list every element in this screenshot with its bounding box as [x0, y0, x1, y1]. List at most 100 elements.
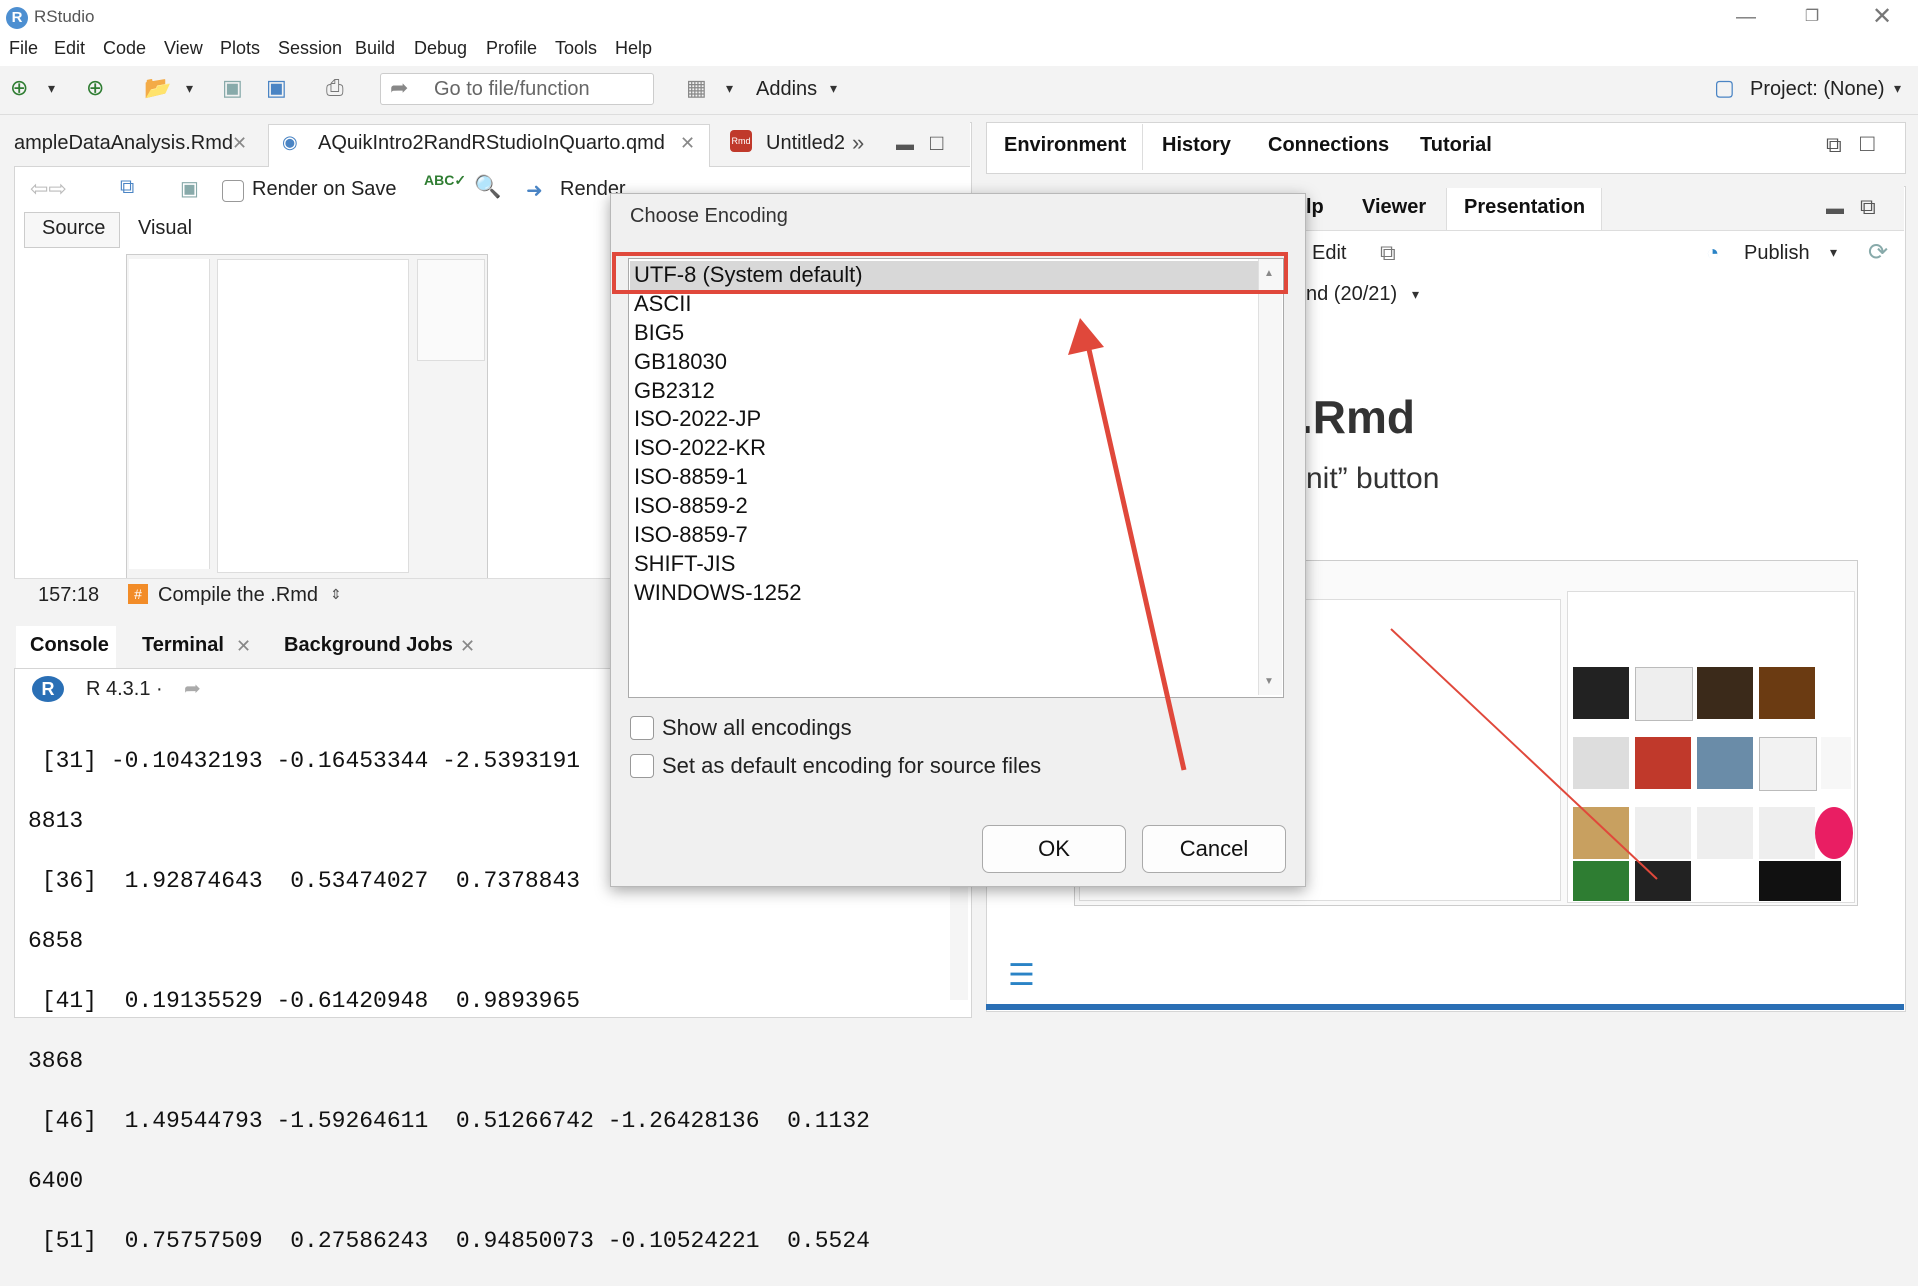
close-icon[interactable]: ✕	[460, 636, 475, 657]
encoding-option[interactable]: ISO-8859-7	[634, 522, 748, 548]
visual-mode-tab[interactable]: Visual	[138, 217, 192, 240]
save-icon[interactable]: ▣	[222, 74, 243, 102]
tab-history[interactable]: History	[1162, 134, 1231, 157]
restore-icon[interactable]: ❐	[1792, 2, 1832, 32]
share-arrow-icon[interactable]: ➦	[184, 676, 201, 701]
chevron-down-icon[interactable]: ▾	[726, 74, 733, 102]
chevron-down-icon[interactable]: ▾	[48, 74, 55, 102]
hamburger-menu-icon[interactable]: ☰	[1008, 958, 1035, 993]
ok-button[interactable]: OK	[982, 825, 1126, 873]
tab-viewer[interactable]: Viewer	[1362, 196, 1426, 219]
search-icon[interactable]: 🔍	[474, 174, 501, 200]
close-icon[interactable]: ✕	[680, 133, 695, 154]
chevron-down-icon[interactable]: ▾	[1412, 286, 1419, 303]
render-on-save-checkbox[interactable]	[222, 180, 244, 202]
restore-pane-icon[interactable]: ⧉	[1860, 194, 1876, 220]
maximize-pane-icon[interactable]: □	[1860, 130, 1875, 158]
slide-subtext: nit” button	[1306, 462, 1440, 495]
chevron-down-icon: ▾	[1894, 80, 1902, 96]
menu-session[interactable]: Session	[278, 38, 342, 59]
chevron-down-icon: ▾	[830, 80, 838, 96]
menu-file[interactable]: File	[9, 38, 38, 59]
spellcheck-icon[interactable]: ABC✓	[424, 172, 466, 189]
slide-heading: .Rmd	[1300, 391, 1415, 443]
tab-untitled2[interactable]: Untitled2	[766, 132, 845, 155]
updown-icon[interactable]: ⇕	[330, 586, 342, 603]
encoding-list-scrollbar[interactable]	[1258, 259, 1282, 695]
show-in-window-icon[interactable]: ⧉	[120, 176, 134, 199]
new-project-icon[interactable]: ⊕	[86, 74, 104, 102]
chevron-down-icon[interactable]: ▾	[1830, 244, 1837, 261]
maximize-pane-icon[interactable]: □	[930, 130, 943, 156]
menu-debug[interactable]: Debug	[414, 38, 467, 59]
chunk-name[interactable]: Compile the .Rmd	[158, 584, 318, 607]
slide-navigator[interactable]: nd (20/21)	[1306, 283, 1397, 306]
menu-profile[interactable]: Profile	[486, 38, 537, 59]
menu-tools[interactable]: Tools	[555, 38, 597, 59]
tab-console[interactable]: Console	[30, 634, 109, 657]
menu-help[interactable]: Help	[615, 38, 652, 59]
encoding-option[interactable]: ISO-2022-KR	[634, 435, 766, 461]
set-default-encoding-checkbox[interactable]	[630, 754, 654, 778]
menu-edit[interactable]: Edit	[54, 38, 85, 59]
menu-build[interactable]: Build	[355, 38, 395, 59]
encoding-option[interactable]: ISO-8859-2	[634, 493, 748, 519]
show-in-window-icon[interactable]: ⧉	[1380, 240, 1396, 266]
scroll-down-icon[interactable]: ▼	[1264, 676, 1274, 687]
more-tabs-icon[interactable]: »	[852, 130, 864, 156]
tab-presentation[interactable]: Presentation	[1464, 196, 1585, 219]
tab-background-jobs[interactable]: Background Jobs	[284, 634, 453, 657]
show-all-encodings-checkbox[interactable]	[630, 716, 654, 740]
publish-button[interactable]: Publish	[1744, 242, 1810, 265]
cursor-position: 157:18	[38, 584, 100, 606]
minimize-pane-icon[interactable]: ▬	[896, 134, 914, 155]
encoding-option[interactable]: SHIFT-JIS	[634, 551, 735, 577]
source-mode-tab[interactable]: Source	[42, 217, 105, 240]
tab-tutorial[interactable]: Tutorial	[1420, 134, 1492, 157]
screenshot-env-pane	[417, 259, 485, 361]
minimize-icon[interactable]: —	[1726, 2, 1766, 32]
encoding-option[interactable]: ISO-2022-JP	[634, 406, 761, 432]
close-icon[interactable]: ✕	[232, 133, 247, 154]
encoding-option[interactable]: WINDOWS-1252	[634, 580, 801, 606]
save-all-icon[interactable]: ▣	[266, 74, 287, 102]
goto-placeholder: Go to file/function	[434, 78, 590, 100]
encoding-option[interactable]: GB2312	[634, 378, 715, 404]
back-icon[interactable]: ⇦⇨	[30, 176, 67, 202]
r-logo-icon: R	[32, 676, 64, 702]
tab-environment[interactable]: Environment	[1004, 134, 1126, 157]
minimize-pane-icon[interactable]: ▬	[1826, 198, 1844, 219]
rmd-file-icon: Rmd	[730, 130, 752, 152]
restore-pane-icon[interactable]: ⧉	[1826, 132, 1842, 158]
encoding-option[interactable]: GB18030	[634, 349, 727, 375]
new-file-icon[interactable]: ⊕	[10, 74, 28, 102]
save-icon[interactable]: ▣	[180, 176, 199, 201]
tab-terminal[interactable]: Terminal	[142, 634, 224, 657]
menu-view[interactable]: View	[164, 38, 203, 59]
addins-menu[interactable]: Addins	[756, 78, 817, 101]
dialog-title: Choose Encoding	[630, 205, 788, 227]
tab-aquikintro-qmd[interactable]: AQuikIntro2RandRStudioInQuarto.qmd	[318, 132, 665, 155]
tab-sample-rmd[interactable]: ampleDataAnalysis.Rmd	[14, 132, 233, 155]
print-icon[interactable]: ⎙	[326, 74, 344, 102]
tab-connections[interactable]: Connections	[1268, 134, 1389, 157]
edit-button[interactable]: Edit	[1312, 242, 1346, 265]
menu-code[interactable]: Code	[103, 38, 146, 59]
close-icon[interactable]: ✕	[236, 636, 251, 657]
chevron-down-icon[interactable]: ▾	[186, 74, 193, 102]
quarto-file-icon: ◉	[282, 132, 298, 152]
cancel-button[interactable]: Cancel	[1142, 825, 1286, 873]
publish-icon: ◔	[1706, 240, 1720, 265]
tab-help[interactable]: lp	[1306, 196, 1324, 219]
menu-plots[interactable]: Plots	[220, 38, 260, 59]
encoding-option[interactable]: BIG5	[634, 320, 684, 346]
encoding-option[interactable]: ASCII	[634, 291, 691, 317]
encoding-option[interactable]: ISO-8859-1	[634, 464, 748, 490]
project-menu[interactable]: Project: (None)	[1750, 78, 1885, 101]
grid-layout-icon[interactable]: ▦	[686, 74, 707, 102]
title-bar	[0, 0, 1918, 36]
open-folder-icon[interactable]: 📂	[144, 74, 171, 102]
rstudio-logo-icon: R	[6, 7, 28, 29]
refresh-icon[interactable]: ⟳	[1868, 238, 1888, 267]
close-window-icon[interactable]: ✕	[1862, 2, 1902, 32]
